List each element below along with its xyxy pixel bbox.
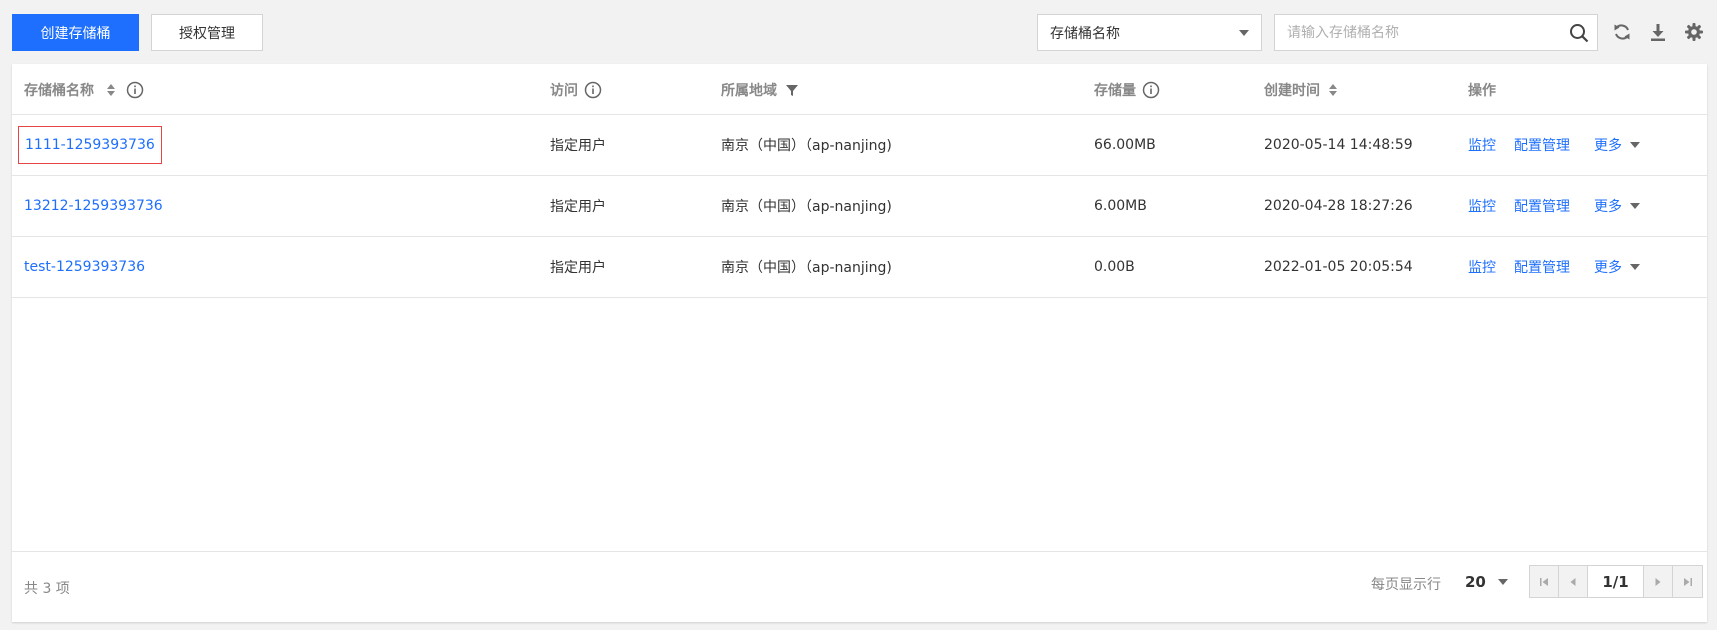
page-indicator[interactable]: 1/1	[1588, 566, 1644, 597]
search-icon[interactable]	[1569, 23, 1589, 43]
created-cell: 2020-04-28 18:27:26	[1264, 198, 1413, 214]
chevron-down-icon	[1630, 203, 1640, 209]
first-page-button[interactable]	[1530, 566, 1559, 597]
storage-cell: 6.00MB	[1094, 198, 1147, 214]
toolbar: 创建存储桶 授权管理 存储桶名称	[0, 0, 1717, 64]
column-header-ops: 操作	[1468, 82, 1496, 99]
chevron-down-icon	[1630, 142, 1640, 148]
last-page-button[interactable]	[1673, 566, 1702, 597]
page-size-select[interactable]: 20	[1465, 573, 1508, 591]
prev-page-button[interactable]	[1559, 566, 1588, 597]
column-header-storage: 存储量	[1094, 64, 1160, 115]
bucket-name-link[interactable]: 1111-1259393736	[18, 126, 162, 164]
search-box	[1274, 14, 1598, 51]
access-cell: 指定用户	[550, 199, 606, 215]
download-icon[interactable]	[1648, 22, 1668, 42]
config-management-link[interactable]: 配置管理	[1514, 196, 1570, 216]
sort-icon[interactable]	[106, 83, 116, 97]
region-cell: 南京（中国）（ap-nanjing)	[721, 199, 892, 215]
monitor-link[interactable]: 监控	[1468, 257, 1496, 277]
search-field-select-value: 存储桶名称	[1050, 25, 1120, 42]
ops-cell: 监控 配置管理 更多	[1468, 176, 1658, 236]
prev-page-icon	[1570, 577, 1576, 586]
create-bucket-button[interactable]: 创建存储桶	[12, 14, 139, 51]
region-cell: 南京（中国）（ap-nanjing)	[721, 138, 892, 154]
more-label: 更多	[1594, 260, 1622, 276]
column-header-created: 创建时间	[1264, 64, 1338, 115]
search-field-select[interactable]: 存储桶名称	[1037, 14, 1262, 51]
column-header-region: 所属地域	[721, 64, 799, 115]
access-cell: 指定用户	[550, 260, 606, 276]
column-header-access: 访问	[550, 64, 602, 115]
chevron-down-icon	[1239, 30, 1249, 36]
more-label: 更多	[1594, 199, 1622, 215]
region-cell: 南京（中国）（ap-nanjing)	[721, 260, 892, 276]
settings-gear-icon[interactable]	[1684, 22, 1704, 42]
page-size-label: 每页显示行	[1371, 577, 1441, 593]
last-page-icon	[1683, 577, 1692, 586]
chevron-down-icon	[1630, 264, 1640, 270]
first-page-icon	[1540, 577, 1548, 586]
storage-cell: 0.00B	[1094, 259, 1135, 275]
sort-icon[interactable]	[1328, 83, 1338, 97]
chevron-down-icon	[1497, 579, 1508, 585]
bucket-name-link[interactable]: 13212-1259393736	[24, 198, 163, 214]
more-dropdown[interactable]: 更多	[1594, 196, 1640, 216]
table-header: 存储桶名称 访问 所属地域 存储量 创建时间 操作	[12, 64, 1707, 115]
table-footer: 共 3 项 每页显示行 20 1/1	[12, 551, 1707, 622]
info-icon[interactable]	[584, 81, 602, 99]
table-row: test-1259393736 指定用户 南京（中国）（ap-nanjing) …	[12, 237, 1707, 298]
bucket-name-link[interactable]: test-1259393736	[24, 259, 145, 275]
next-page-icon	[1655, 577, 1661, 586]
authorization-management-button[interactable]: 授权管理	[151, 14, 263, 51]
storage-cell: 66.00MB	[1094, 137, 1156, 153]
monitor-link[interactable]: 监控	[1468, 135, 1496, 155]
config-management-link[interactable]: 配置管理	[1514, 257, 1570, 277]
table-row: 1111-1259393736 指定用户 南京（中国）（ap-nanjing) …	[12, 115, 1707, 176]
table-row: 13212-1259393736 指定用户 南京（中国）（ap-nanjing)…	[12, 176, 1707, 237]
column-header-name: 存储桶名称	[24, 64, 144, 115]
more-dropdown[interactable]: 更多	[1594, 257, 1640, 277]
refresh-icon[interactable]	[1612, 22, 1632, 42]
pagination: 1/1	[1529, 565, 1703, 598]
info-icon[interactable]	[126, 81, 144, 99]
access-cell: 指定用户	[550, 138, 606, 154]
info-icon[interactable]	[1142, 81, 1160, 99]
search-input[interactable]	[1275, 15, 1555, 50]
more-label: 更多	[1594, 138, 1622, 154]
next-page-button[interactable]	[1644, 566, 1673, 597]
more-dropdown[interactable]: 更多	[1594, 135, 1640, 155]
bucket-list-panel: 存储桶名称 访问 所属地域 存储量 创建时间 操作 1111-125939373…	[12, 64, 1707, 622]
ops-cell: 监控 配置管理 更多	[1468, 115, 1658, 175]
created-cell: 2022-01-05 20:05:54	[1264, 259, 1413, 275]
created-cell: 2020-05-14 14:48:59	[1264, 137, 1413, 153]
monitor-link[interactable]: 监控	[1468, 196, 1496, 216]
filter-icon[interactable]	[785, 83, 799, 97]
total-count: 共 3 项	[24, 581, 70, 597]
ops-cell: 监控 配置管理 更多	[1468, 237, 1658, 297]
config-management-link[interactable]: 配置管理	[1514, 135, 1570, 155]
page-size-value: 20	[1465, 573, 1486, 591]
